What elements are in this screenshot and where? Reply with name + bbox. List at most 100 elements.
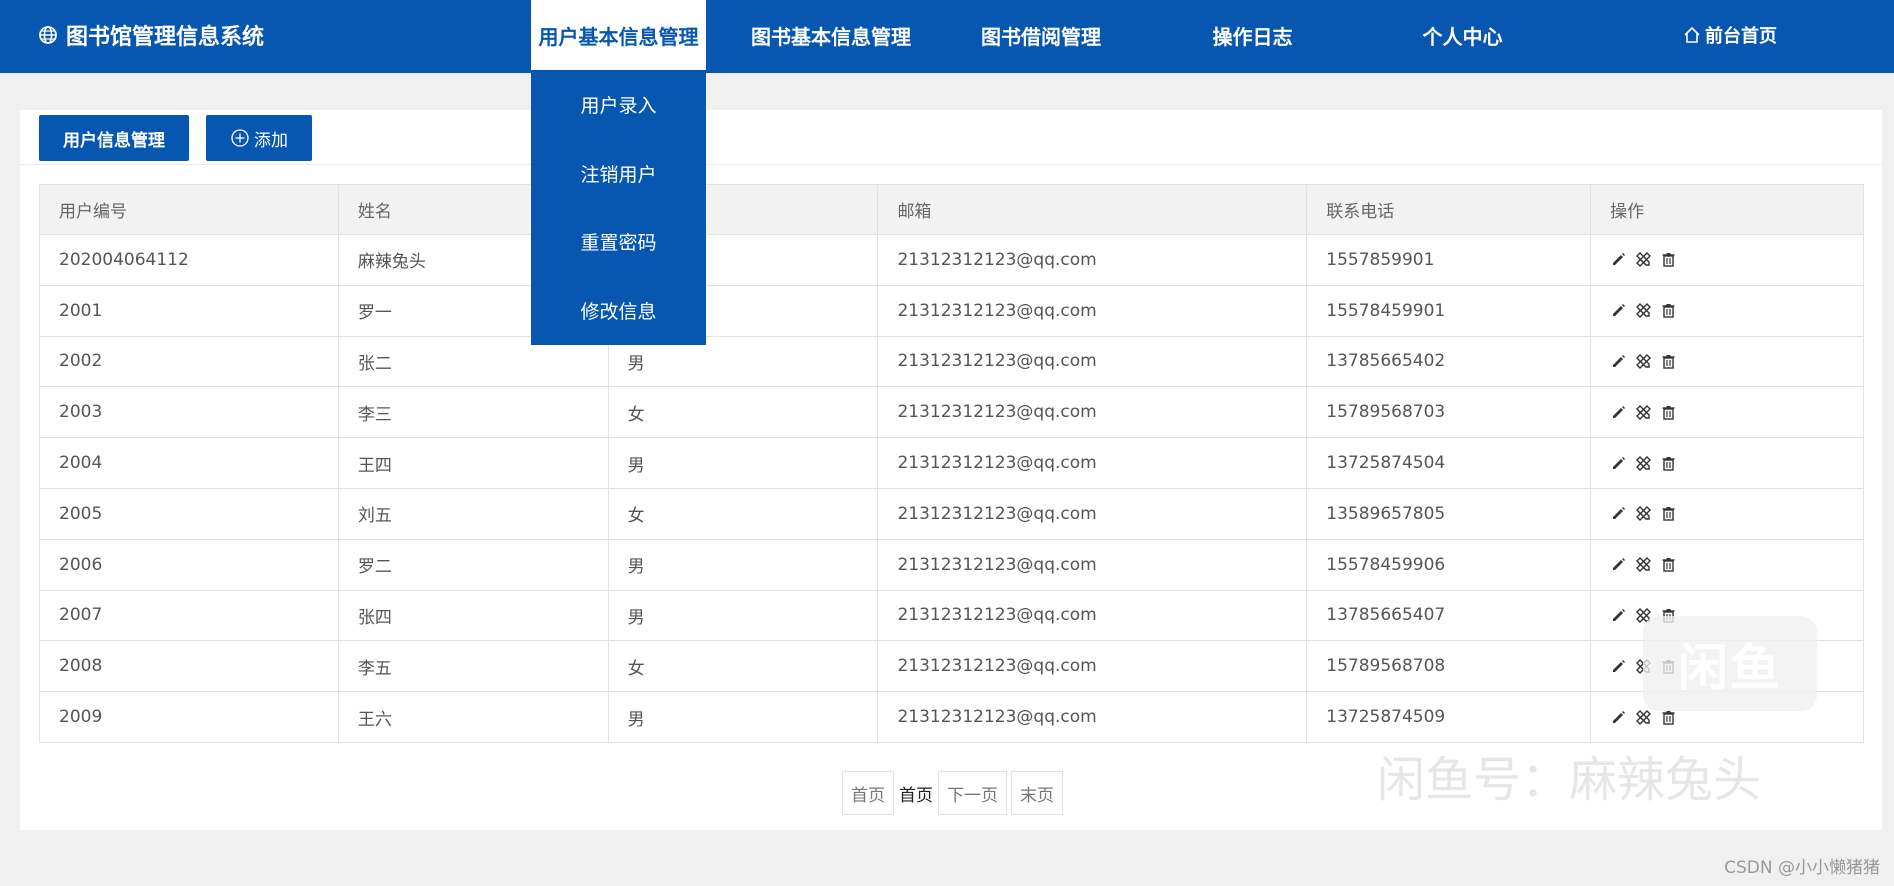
cell-gender: 男 (607, 691, 879, 743)
nav-operation-log[interactable]: 操作日志 (1195, 0, 1310, 70)
trash-icon[interactable] (1660, 556, 1677, 573)
home-icon (1684, 27, 1700, 43)
cell-phone: 13725874509 (1306, 691, 1592, 743)
xianyu-watermark-badge: 闲鱼 (1643, 616, 1817, 711)
cell-phone: 15789568708 (1306, 640, 1592, 693)
main-panel: 用户信息管理 添加 用户编号 姓名 邮箱 联系电话 操作 20200406411… (20, 110, 1882, 830)
tools-icon[interactable] (1635, 353, 1652, 370)
cell-name: 王六 (337, 691, 609, 743)
cell-actions (1590, 386, 1864, 439)
table-row: 2006 罗二男 21312312123@qq.com 15578459906 (39, 538, 1864, 591)
tools-icon[interactable] (1635, 251, 1652, 268)
divider (20, 164, 1882, 165)
cell-id: 2004 (39, 437, 339, 489)
pencil-icon[interactable] (1610, 709, 1627, 726)
page-last[interactable]: 末页 (1011, 771, 1063, 815)
trash-icon[interactable] (1660, 353, 1677, 370)
dropdown-item-user-entry[interactable]: 用户录入 (531, 70, 706, 139)
tools-icon[interactable] (1635, 404, 1652, 421)
nav-label: 图书借阅管理 (981, 24, 1101, 49)
cell-id: 2006 (39, 538, 339, 591)
col-header-actions: 操作 (1590, 184, 1864, 235)
pencil-icon[interactable] (1610, 251, 1627, 268)
pencil-icon[interactable] (1610, 302, 1627, 319)
cell-id: 2003 (39, 386, 339, 439)
table-row: 2005 刘五女 21312312123@qq.com 13589657805 (39, 487, 1864, 540)
dropdown-item-deregister[interactable]: 注销用户 (531, 139, 706, 208)
dropdown-item-edit-info[interactable]: 修改信息 (531, 276, 706, 345)
pencil-icon[interactable] (1610, 607, 1627, 624)
cell-phone: 15578459901 (1306, 284, 1592, 337)
cell-name: 王四 (337, 437, 609, 489)
pencil-icon[interactable] (1610, 556, 1627, 573)
nav-label: 前台首页 (1705, 26, 1777, 47)
cell-actions (1590, 335, 1864, 388)
cell-id: 2002 (39, 335, 339, 388)
users-table: 用户编号 姓名 邮箱 联系电话 操作 202004064112 麻辣兔头 21312… (39, 184, 1864, 743)
tools-icon[interactable] (1635, 455, 1652, 472)
nav-user-info[interactable]: 用户基本信息管理 (531, 0, 706, 70)
row-actions (1610, 455, 1844, 472)
pencil-icon[interactable] (1610, 353, 1627, 370)
trash-icon[interactable] (1660, 251, 1677, 268)
cell-actions (1590, 437, 1864, 489)
cell-gender: 男 (607, 538, 879, 591)
cell-phone: 13725874504 (1306, 437, 1592, 489)
cell-email: 21312312123@qq.com (877, 234, 1308, 286)
nav-label: 用户基本信息管理 (538, 24, 699, 49)
cell-gender: 男 (607, 589, 879, 642)
pencil-icon[interactable] (1610, 505, 1627, 522)
add-button[interactable]: 添加 (206, 115, 312, 161)
row-actions (1610, 353, 1844, 370)
pencil-icon[interactable] (1610, 658, 1627, 675)
pencil-icon[interactable] (1610, 404, 1627, 421)
cell-phone: 15578459906 (1306, 538, 1592, 591)
cell-actions (1590, 487, 1864, 540)
table-row: 2004 王四男 21312312123@qq.com 13725874504 (39, 437, 1864, 489)
nav-personal-center[interactable]: 个人中心 (1405, 0, 1520, 70)
nav-label: 图书基本信息管理 (751, 24, 911, 49)
nav-home[interactable]: 前台首页 (1675, 0, 1785, 70)
row-actions (1610, 556, 1844, 573)
page-current: 首页 (899, 785, 933, 806)
tools-icon[interactable] (1635, 302, 1652, 319)
cell-phone: 15789568703 (1306, 386, 1592, 439)
cell-email: 21312312123@qq.com (877, 691, 1308, 743)
table-row: 2008 李五女 21312312123@qq.com 15789568708 (39, 640, 1864, 693)
dropdown-item-reset-password[interactable]: 重置密码 (531, 208, 706, 277)
nav-borrow[interactable]: 图书借阅管理 (966, 0, 1116, 70)
globe-icon (39, 26, 57, 44)
tools-icon[interactable] (1635, 505, 1652, 522)
cell-email: 21312312123@qq.com (877, 487, 1308, 540)
nav-book-info[interactable]: 图书基本信息管理 (741, 0, 921, 70)
cell-name: 刘五 (337, 487, 609, 540)
table-row: 2001 罗一 21312312123@qq.com 15578459901 (39, 284, 1864, 337)
pencil-icon[interactable] (1610, 455, 1627, 472)
row-actions (1610, 302, 1844, 319)
table-header-row: 用户编号 姓名 邮箱 联系电话 操作 (39, 184, 1864, 235)
cell-gender: 男 (607, 437, 879, 489)
trash-icon[interactable] (1660, 455, 1677, 472)
cell-id: 2008 (39, 640, 339, 693)
row-actions (1610, 505, 1844, 522)
cell-actions (1590, 538, 1864, 591)
row-actions (1610, 709, 1844, 726)
table-row: 2003 李三女 21312312123@qq.com 15789568703 (39, 386, 1864, 439)
cell-phone: 13785665407 (1306, 589, 1592, 642)
trash-icon[interactable] (1660, 709, 1677, 726)
table-row: 202004064112 麻辣兔头 21312312123@qq.com 155785… (39, 234, 1864, 286)
cell-actions (1590, 284, 1864, 337)
page-next[interactable]: 下一页 (938, 771, 1007, 815)
trash-icon[interactable] (1660, 302, 1677, 319)
trash-icon[interactable] (1660, 505, 1677, 522)
row-actions (1610, 404, 1844, 421)
cell-phone: 1557859901 (1306, 234, 1592, 286)
cell-gender: 女 (607, 487, 879, 540)
cell-id: 2009 (39, 691, 339, 743)
tools-icon[interactable] (1635, 709, 1652, 726)
tools-icon[interactable] (1635, 556, 1652, 573)
trash-icon[interactable] (1660, 404, 1677, 421)
user-management-button[interactable]: 用户信息管理 (39, 115, 189, 161)
page-first[interactable]: 首页 (842, 771, 894, 815)
cell-name: 李五 (337, 640, 609, 693)
